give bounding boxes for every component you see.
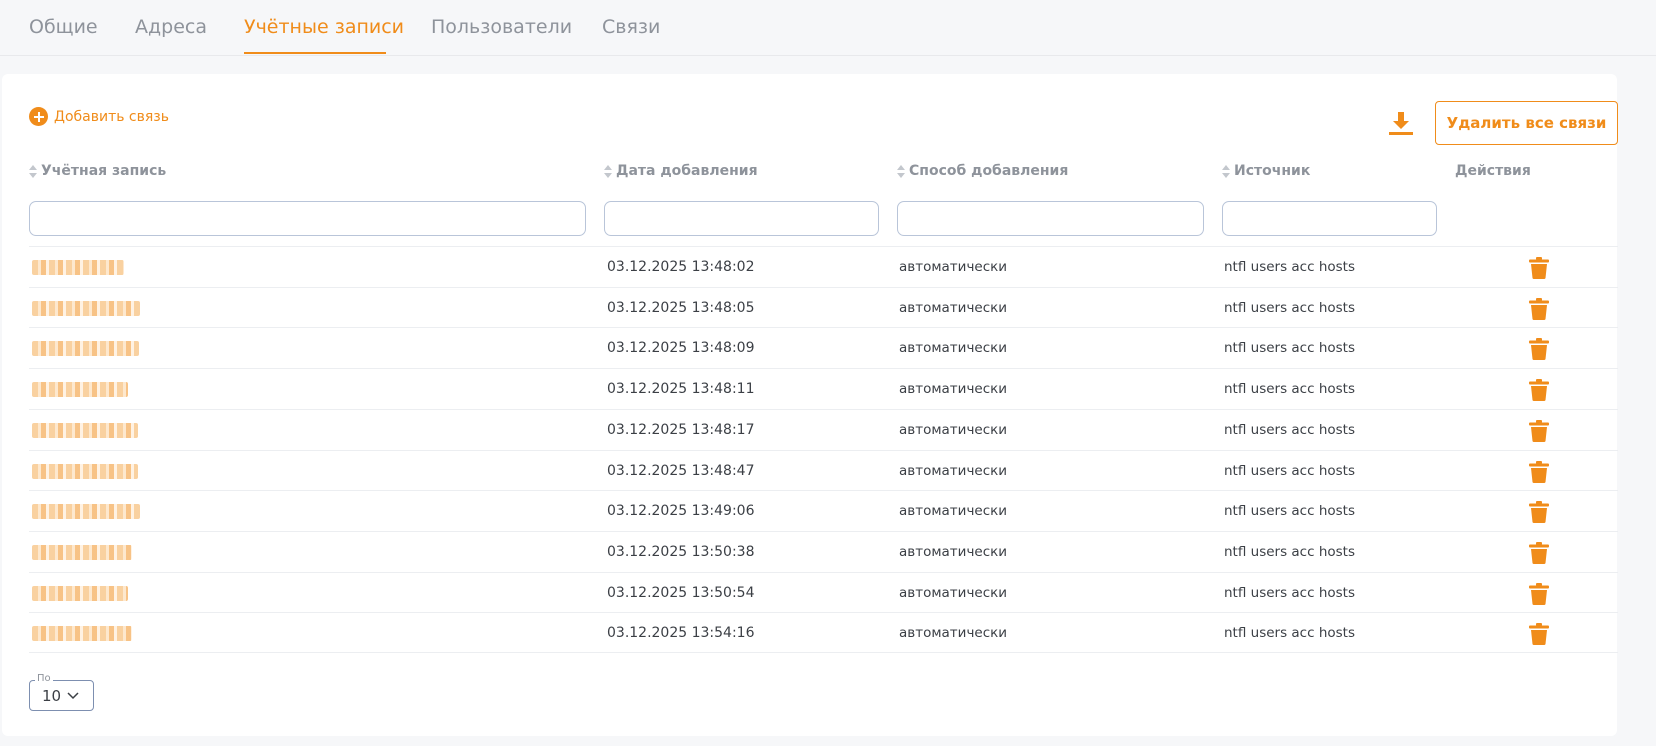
filter-account-input[interactable] bbox=[29, 201, 586, 236]
account-link-redacted[interactable] bbox=[32, 504, 140, 520]
cell-method: автоматически bbox=[899, 381, 1008, 398]
filter-method-input[interactable] bbox=[897, 201, 1204, 236]
sort-icon bbox=[897, 164, 905, 178]
account-link-redacted[interactable] bbox=[32, 341, 139, 357]
cell-date: 03.12.2025 13:48:09 bbox=[607, 340, 755, 357]
cell-date: 03.12.2025 13:48:17 bbox=[607, 421, 755, 438]
trash-icon[interactable] bbox=[1529, 623, 1549, 646]
sort-icon bbox=[1222, 164, 1230, 178]
tab-general[interactable]: Общие bbox=[29, 16, 98, 38]
cell-date: 03.12.2025 13:49:06 bbox=[607, 503, 755, 520]
cell-method: автоматически bbox=[899, 625, 1008, 642]
account-link-redacted[interactable] bbox=[32, 260, 124, 275]
cell-method: автоматически bbox=[899, 503, 1008, 520]
trash-icon[interactable] bbox=[1529, 501, 1549, 524]
trash-icon[interactable] bbox=[1529, 419, 1549, 442]
account-link-redacted[interactable] bbox=[32, 463, 138, 479]
cell-source: ntfl users acc hosts bbox=[1224, 584, 1355, 601]
cell-date: 03.12.2025 13:48:05 bbox=[607, 299, 755, 316]
trash-icon[interactable] bbox=[1529, 541, 1549, 564]
cell-date: 03.12.2025 13:48:02 bbox=[607, 259, 755, 275]
table-row: 03.12.2025 13:48:05 автоматически ntfl use… bbox=[29, 286, 1618, 328]
account-link-redacted[interactable] bbox=[32, 422, 138, 438]
account-link-redacted[interactable] bbox=[32, 585, 128, 601]
cell-source: ntfl users acc hosts bbox=[1224, 299, 1355, 316]
column-header-label: Учётная запись bbox=[41, 163, 167, 179]
column-header-account[interactable]: Учётная запись bbox=[29, 163, 166, 179]
cell-method: автоматически bbox=[899, 584, 1008, 601]
table-row: 03.12.2025 13:50:38 автоматически ntfl use… bbox=[29, 530, 1618, 572]
sort-icon bbox=[604, 164, 612, 178]
cell-method: автоматически bbox=[899, 462, 1008, 479]
cell-method: автоматически bbox=[899, 543, 1008, 560]
tab-addresses[interactable]: Адреса bbox=[135, 16, 207, 38]
filter-source-input[interactable] bbox=[1222, 201, 1437, 236]
active-tab-indicator bbox=[244, 52, 386, 54]
column-header-source[interactable]: Источник bbox=[1222, 163, 1310, 179]
account-link-redacted[interactable] bbox=[32, 300, 140, 316]
table-row: 03.12.2025 13:50:54 автоматически ntfl use… bbox=[29, 571, 1618, 613]
per-page-value: 10 bbox=[42, 686, 62, 705]
cell-method: автоматически bbox=[899, 299, 1008, 316]
cell-date: 03.12.2025 13:48:11 bbox=[607, 381, 755, 398]
cell-source: ntfl users acc hosts bbox=[1224, 503, 1355, 520]
table-row: 03.12.2025 13:48:47 автоматически ntfl use… bbox=[29, 449, 1618, 491]
account-link-redacted[interactable] bbox=[32, 544, 132, 560]
cell-method: автоматически bbox=[899, 340, 1008, 357]
cell-source: ntfl users acc hosts bbox=[1224, 381, 1355, 398]
plus-circle-icon bbox=[29, 107, 48, 126]
column-header-method[interactable]: Способ добавления bbox=[897, 163, 1068, 179]
table-row: 03.12.2025 13:54:16 автоматически ntfl use… bbox=[29, 612, 1618, 654]
tab-links[interactable]: Связи bbox=[602, 16, 660, 38]
column-header-label: Источник bbox=[1234, 163, 1311, 179]
cell-method: автоматически bbox=[899, 421, 1008, 438]
trash-icon[interactable] bbox=[1529, 338, 1549, 361]
cell-date: 03.12.2025 13:48:47 bbox=[607, 462, 755, 479]
tab-accounts[interactable]: Учётные записи bbox=[244, 16, 404, 38]
table-row: 03.12.2025 13:48:11 автоматически ntfl use… bbox=[29, 368, 1618, 409]
filter-date-input[interactable] bbox=[604, 201, 879, 236]
cell-date: 03.12.2025 13:54:16 bbox=[607, 625, 755, 642]
table-row: 03.12.2025 13:48:02 автоматически ntfl use… bbox=[29, 246, 1618, 287]
column-header-label: Дата добавления bbox=[616, 163, 758, 179]
cell-source: ntfl users acc hosts bbox=[1224, 421, 1355, 438]
cell-date: 03.12.2025 13:50:54 bbox=[607, 584, 755, 601]
table-row: 03.12.2025 13:48:17 автоматически ntfl use… bbox=[29, 408, 1618, 450]
trash-icon[interactable] bbox=[1529, 582, 1549, 605]
column-header-label: Способ добавления bbox=[909, 163, 1069, 179]
cell-method: автоматически bbox=[899, 259, 1008, 275]
trash-icon[interactable] bbox=[1529, 379, 1549, 402]
cell-source: ntfl users acc hosts bbox=[1224, 259, 1355, 275]
sort-icon bbox=[29, 164, 37, 178]
add-link-label: Добавить связь bbox=[54, 108, 169, 125]
table-row: 03.12.2025 13:48:09 автоматически ntfl use… bbox=[29, 327, 1618, 368]
delete-all-links-button[interactable]: Удалить все связи bbox=[1435, 101, 1618, 145]
account-link-redacted[interactable] bbox=[32, 626, 132, 642]
cell-source: ntfl users acc hosts bbox=[1224, 462, 1355, 479]
column-header-date[interactable]: Дата добавления bbox=[604, 163, 758, 179]
chevron-down-icon bbox=[67, 691, 79, 699]
account-link-redacted[interactable] bbox=[32, 382, 128, 398]
cell-source: ntfl users acc hosts bbox=[1224, 340, 1355, 357]
cell-source: ntfl users acc hosts bbox=[1224, 625, 1355, 642]
per-page-label: По bbox=[35, 673, 53, 685]
tab-users[interactable]: Пользователи bbox=[431, 16, 572, 38]
download-icon[interactable] bbox=[1388, 110, 1414, 136]
cell-source: ntfl users acc hosts bbox=[1224, 543, 1355, 560]
table-row: 03.12.2025 13:49:06 автоматически ntfl use… bbox=[29, 490, 1618, 531]
add-link-button[interactable]: Добавить связь bbox=[29, 107, 169, 126]
trash-icon[interactable] bbox=[1529, 460, 1549, 483]
cell-date: 03.12.2025 13:50:38 bbox=[607, 543, 755, 560]
trash-icon[interactable] bbox=[1529, 297, 1549, 320]
column-header-actions: Действия bbox=[1455, 163, 1531, 179]
tab-bar: Общие Адреса Учётные записи Пользователи… bbox=[0, 0, 1656, 56]
column-header-label: Действия bbox=[1455, 163, 1531, 179]
trash-icon[interactable] bbox=[1529, 257, 1549, 279]
